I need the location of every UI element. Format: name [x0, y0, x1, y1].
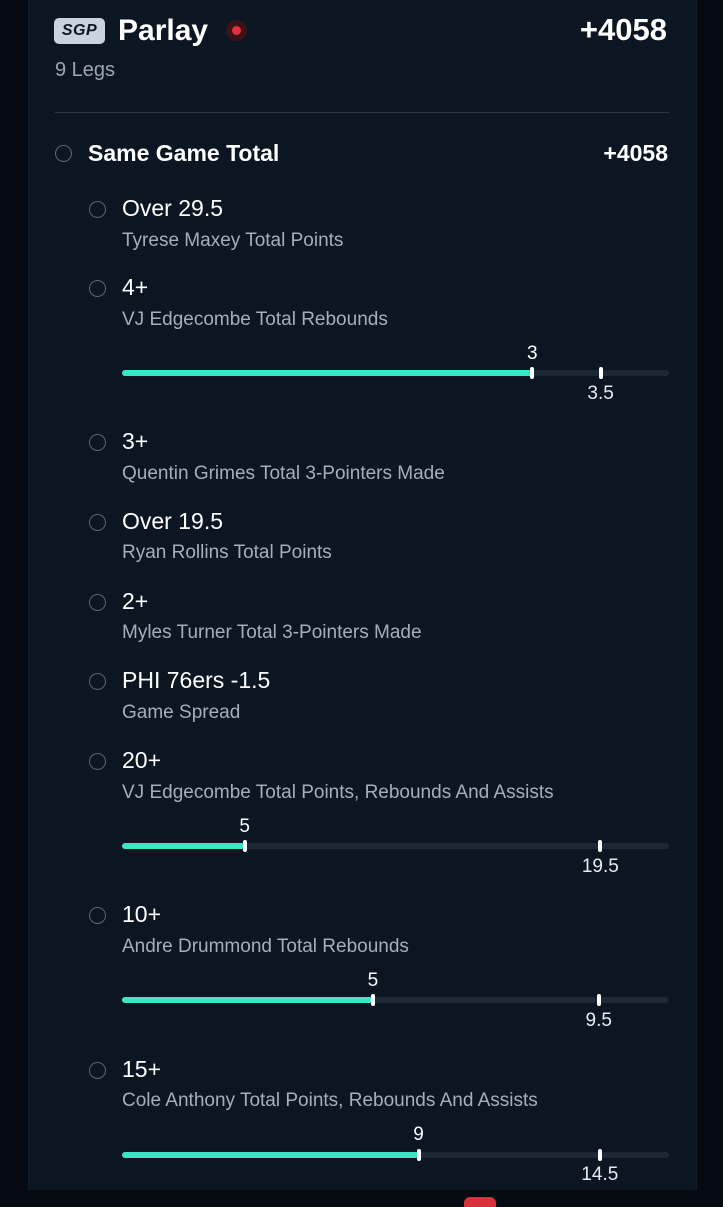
leg-subtitle: Tyrese Maxey Total Points: [122, 230, 344, 251]
leg-status-radio-icon: [89, 753, 106, 770]
section-status-radio-icon: [55, 145, 72, 162]
leg-title: Over 29.5: [122, 195, 223, 221]
progress-current-label: 5: [239, 816, 250, 837]
leg-subtitle: Game Spread: [122, 702, 241, 723]
leg-title: 4+: [122, 274, 149, 300]
progress-track: [122, 994, 669, 1006]
progress-current-marker: [530, 367, 535, 379]
leg-status-radio-icon: [89, 673, 106, 690]
progress-fill: [122, 1152, 419, 1158]
parlay-odds: +4058: [579, 12, 667, 47]
divider: [55, 112, 669, 113]
legs-count: 9 Legs: [55, 59, 116, 81]
leg-subtitle: Quentin Grimes Total 3-Pointers Made: [122, 463, 445, 484]
bottom-strip: [0, 1190, 723, 1207]
progress-track: [122, 367, 669, 379]
progress-target-marker: [598, 840, 603, 852]
section-title: Same Game Total: [88, 140, 280, 166]
leg-status-radio-icon: [89, 514, 106, 531]
progress-current-label: 9: [413, 1124, 424, 1145]
leg-subtitle: VJ Edgecombe Total Rebounds: [122, 309, 388, 330]
parlay-title: Parlay: [118, 14, 209, 47]
progress-target-marker: [596, 994, 601, 1006]
progress-current-marker: [416, 1149, 421, 1161]
progress-track: [122, 1149, 669, 1161]
progress-current-marker: [242, 840, 247, 852]
leg-title: Over 19.5: [122, 508, 223, 534]
leg-status-radio-icon: [89, 594, 106, 611]
progress-target-marker: [597, 1149, 602, 1161]
leg-title: 10+: [122, 901, 162, 927]
progress-fill: [122, 997, 373, 1003]
progress-track: [122, 840, 669, 852]
section-odds: +4058: [603, 140, 668, 166]
progress-fill: [122, 843, 245, 849]
progress-target-marker: [598, 367, 603, 379]
leg-subtitle: Cole Anthony Total Points, Rebounds And …: [122, 1090, 538, 1111]
leg-title: 20+: [122, 747, 162, 773]
leg-subtitle: VJ Edgecombe Total Points, Rebounds And …: [122, 782, 554, 803]
progress-target-label: 19.5: [581, 856, 619, 877]
leg-title: 15+: [122, 1056, 162, 1082]
leg-status-radio-icon: [89, 907, 106, 924]
progress-current-label: 5: [367, 970, 379, 991]
progress-target-label: 9.5: [585, 1010, 612, 1031]
leg-status-radio-icon: [89, 201, 106, 218]
leg-title: PHI 76ers -1.5: [122, 667, 271, 693]
progress-target-label: 14.5: [581, 1164, 619, 1185]
progress-fill: [122, 370, 533, 376]
leg-title: 2+: [122, 588, 149, 614]
sgp-badge: SGP: [54, 18, 105, 44]
progress-target-label: 3.5: [587, 383, 614, 404]
next-card-peek: [464, 1197, 496, 1207]
leg-title: 3+: [122, 428, 149, 454]
leg-status-radio-icon: [89, 1062, 106, 1079]
progress-current-marker: [370, 994, 375, 1006]
leg-subtitle: Ryan Rollins Total Points: [122, 542, 332, 563]
leg-status-radio-icon: [89, 280, 106, 297]
leg-status-radio-icon: [89, 434, 106, 451]
leg-subtitle: Andre Drummond Total Rebounds: [122, 936, 409, 957]
leg-subtitle: Myles Turner Total 3-Pointers Made: [122, 622, 422, 643]
live-indicator-icon: [226, 20, 247, 41]
progress-current-label: 3: [526, 343, 538, 364]
